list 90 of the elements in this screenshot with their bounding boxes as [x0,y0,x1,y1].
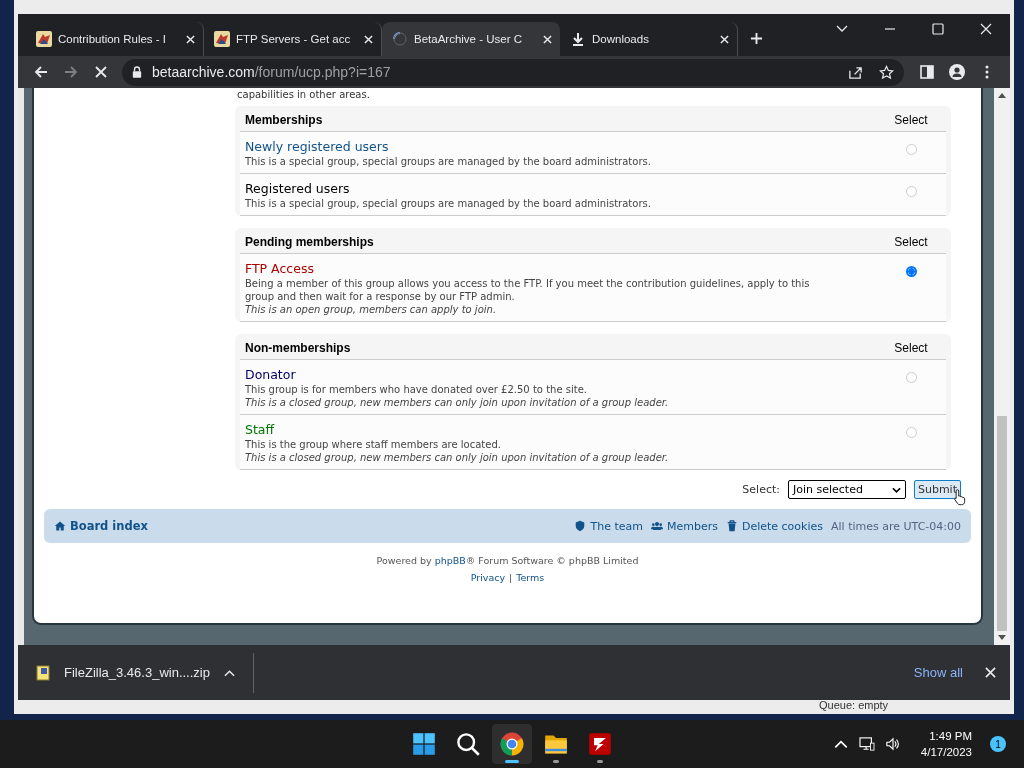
star-icon[interactable] [879,64,894,80]
phpbb-link[interactable]: phpBB [434,555,466,566]
group-description: This group is for members who have donated over £2.50 to the site. [245,383,588,396]
address-text: betaarchive.com/forum/ucp.php?i=167 [152,64,391,80]
download-icon [570,31,586,47]
maximize-icon[interactable] [931,22,945,36]
radio-button[interactable] [905,144,917,155]
scroll-up-icon[interactable] [998,92,1006,98]
search-icon [456,732,480,756]
close-icon[interactable] [186,34,195,44]
taskbar-button[interactable] [492,724,532,764]
section-heading: Pending memberships [245,235,375,249]
address-bar[interactable]: betaarchive.com/forum/ucp.php?i=167 [122,58,904,86]
browser-logo-icon [500,732,524,756]
submit-button[interactable]: Submit [913,480,961,499]
radio-button[interactable] [905,186,917,197]
side-panel-icon[interactable] [919,64,935,80]
queue-status: Queue: empty [819,699,889,711]
nav-link[interactable]: Members [650,519,718,533]
close-icon[interactable] [979,22,993,36]
close-icon[interactable] [543,34,552,44]
column-heading: Select [893,341,929,355]
trash-icon [725,520,738,532]
group-note: This is a closed group, new members can only join upon invitation of a group leader. [245,451,670,464]
tab-title: Contribution Rules - I [58,33,168,45]
nav-link[interactable]: Delete cookies [725,519,823,533]
group-link[interactable]: Donator [245,367,296,383]
chevron-up-icon[interactable] [223,668,235,677]
home-icon [54,520,66,532]
copyright-text: Powered by phpBB® Forum Software © phpBB Limited [375,555,640,566]
tab-title: Downloads [592,33,650,45]
close-icon[interactable] [364,34,373,44]
radio-button[interactable] [905,266,917,277]
group-link[interactable]: FTP Access [245,261,314,277]
group-description: This is a special group, special groups are managed by the board administrators. [245,197,652,210]
speaker-icon[interactable] [884,737,901,751]
column-heading: Select [893,113,929,127]
scroll-thumb[interactable] [997,416,1007,631]
users-icon [650,520,663,532]
radio-button[interactable] [905,427,917,438]
clock-date[interactable]: 4/17/2023 [920,744,972,760]
clock-time[interactable]: 1:49 PM [929,728,972,744]
new-tab-icon[interactable] [750,32,763,45]
group-link[interactable]: Newly registered users [245,139,389,155]
scroll-down-icon[interactable] [998,635,1006,641]
close-icon[interactable] [985,667,996,678]
site-logo-icon [214,31,230,47]
group-note: This is an open group, members can apply to join. [245,303,498,316]
profile-icon[interactable] [949,64,965,80]
group-note: This is a closed group, new members can only join upon invitation of a group leader. [245,396,670,409]
timezone-text: All times are UTC-04:00 [831,519,961,533]
loading-spinner-icon [392,31,408,47]
archive-file-icon [36,664,50,681]
lock-icon [132,66,142,78]
tab-title: BetaArchive - User C [414,33,523,45]
board-index-link[interactable]: Board index [54,519,148,533]
intro-text: capabilities in other areas. [237,89,371,100]
browser-tab[interactable]: BetaArchive - User C [382,22,560,56]
shield-icon [574,520,587,532]
group-link[interactable]: Registered users [245,181,350,197]
filezilla-logo-icon [588,732,612,756]
section-heading: Memberships [245,113,324,127]
column-heading: Select [893,235,929,249]
select-label: Select: [742,483,780,496]
group-link[interactable]: Staff [245,422,275,438]
group-description: This is a special group, special groups are managed by the board administrators. [245,155,652,168]
caret-icon [891,486,901,493]
download-filename: FileZilla_3.46.3_win....zip [64,665,210,680]
link-separator: | [509,572,513,583]
close-icon[interactable] [720,34,729,44]
action-dropdown[interactable]: Join selected [787,480,906,499]
stop-icon[interactable] [93,64,109,80]
privacy-link[interactable]: Privacy [470,572,506,583]
notification-badge[interactable]: 1 [990,736,1006,752]
group-description: This is the group where staff members are located. [245,438,502,451]
share-icon[interactable] [848,64,863,80]
section-heading: Non-memberships [245,341,352,355]
windows-logo-icon [412,732,436,756]
radio-button[interactable] [905,372,917,383]
network-icon[interactable] [858,737,875,751]
nav-link[interactable]: The team [574,519,643,533]
download-item[interactable]: FileZilla_3.46.3_win....zip [36,652,254,693]
back-icon[interactable] [33,64,49,80]
group-description: Being a member of this group allows you access to the FTP. If you meet the contribution guidelines, apply to this group and then wait for a response by our FTP admin. [245,277,811,303]
site-logo-icon [36,31,52,47]
tab-title: FTP Servers - Get acc [236,33,352,45]
scrollbar[interactable] [994,88,1010,645]
forward-icon[interactable] [63,64,79,80]
terms-link[interactable]: Terms [516,572,545,583]
show-all-link[interactable]: Show all [913,665,963,680]
